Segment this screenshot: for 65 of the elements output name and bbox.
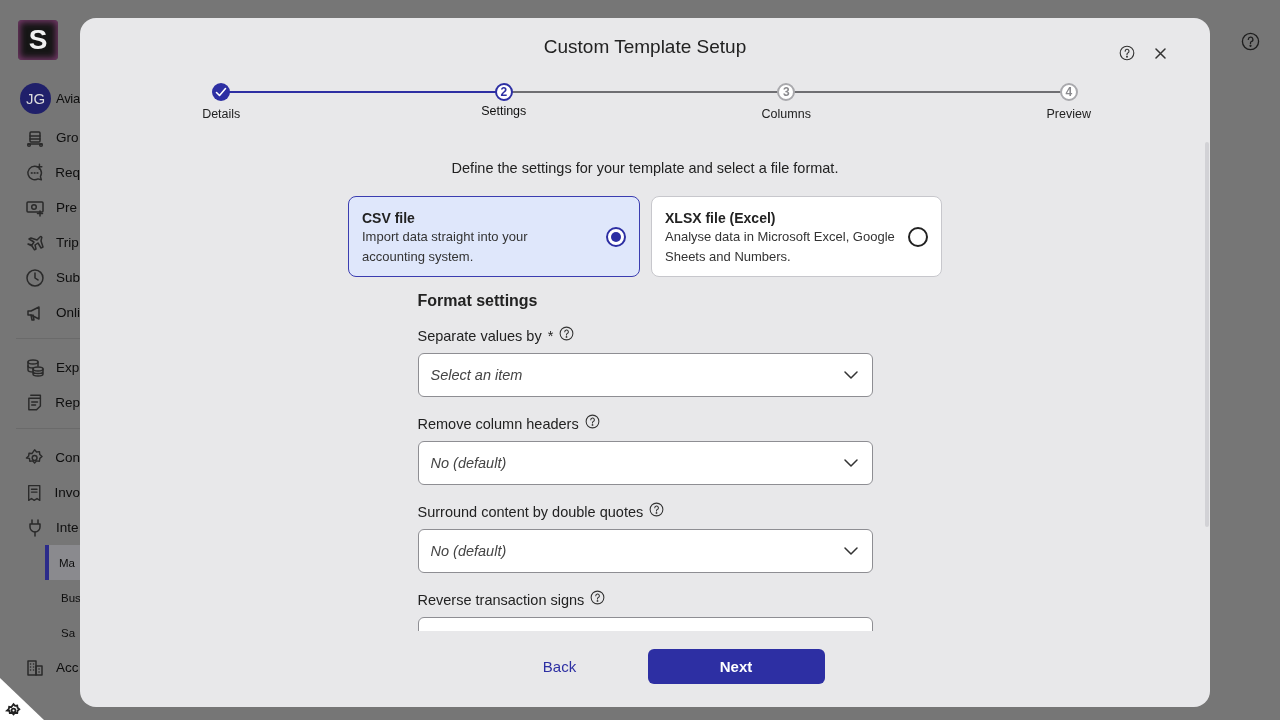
- chat-plus-icon: [25, 162, 45, 183]
- back-button[interactable]: Back: [465, 649, 646, 684]
- field-label: Separate values by: [417, 327, 542, 346]
- nav-item[interactable]: Acc: [0, 650, 80, 685]
- select-field[interactable]: Select an item: [417, 353, 873, 397]
- step-number[interactable]: 4: [1059, 83, 1078, 101]
- nav-item[interactable]: Exp: [0, 350, 80, 385]
- field-label: Remove column headers: [417, 415, 579, 434]
- step-done-icon[interactable]: [212, 83, 231, 101]
- nav-subitem[interactable]: Ma: [45, 545, 80, 580]
- nav-item[interactable]: Req: [0, 155, 80, 190]
- format-description: Import data straight into your accounting system.: [362, 228, 529, 266]
- next-button[interactable]: Next: [647, 649, 825, 684]
- nav-subitem[interactable]: Bus: [45, 580, 80, 615]
- help-icon[interactable]: [1119, 45, 1135, 61]
- step-label: Settings: [481, 103, 527, 119]
- scrollbar[interactable]: [1205, 142, 1209, 527]
- help-icon[interactable]: [559, 325, 575, 341]
- nav-subitem[interactable]: Sa: [45, 615, 80, 650]
- section-heading: Format settings: [417, 291, 539, 311]
- intro-text: Define the settings for your template and select a file format.: [451, 159, 839, 178]
- select-value: No (default): [430, 455, 508, 471]
- nav-item[interactable]: Gro: [0, 120, 80, 155]
- chevron-down-icon: [843, 371, 858, 379]
- coins-icon: [25, 357, 45, 378]
- select-placeholder: Select an item: [430, 367, 524, 383]
- chevron-down-icon: [843, 547, 858, 555]
- nav-item[interactable]: Pre: [0, 190, 80, 225]
- step-label: Preview: [1046, 106, 1091, 122]
- chevron-down-icon: [843, 459, 858, 467]
- format-title: XLSX file (Excel): [665, 209, 777, 227]
- step-number[interactable]: 3: [777, 83, 796, 101]
- user-name: Avia: [56, 91, 80, 106]
- select-field[interactable]: No (default): [417, 529, 873, 573]
- close-icon[interactable]: [1155, 47, 1166, 59]
- nav-item[interactable]: Con: [0, 440, 80, 475]
- radio-button[interactable]: [606, 226, 626, 247]
- step-label: Details: [202, 106, 241, 122]
- field-label: Reverse transaction signs: [417, 591, 585, 610]
- nav-item[interactable]: Rep: [0, 385, 80, 420]
- dialog-title: Custom Template Setup: [543, 36, 747, 58]
- radio-button[interactable]: [908, 226, 928, 247]
- building-icon: [25, 657, 45, 678]
- help-icon[interactable]: [584, 413, 600, 429]
- required-mark: *: [547, 327, 554, 346]
- nav-item[interactable]: Sub: [0, 260, 80, 295]
- nav-item[interactable]: Invo: [0, 475, 80, 510]
- clock-icon: [25, 267, 45, 288]
- format-title: CSV file: [362, 209, 416, 227]
- select-value: No (default): [430, 543, 508, 559]
- help-icon[interactable]: [590, 589, 606, 605]
- nav-item[interactable]: Onli: [0, 295, 80, 330]
- field-label: Surround content by double quotes: [417, 503, 644, 522]
- app-logo[interactable]: S: [18, 20, 58, 60]
- format-description: Analyse data in Microsoft Excel, Google Sheets and Numbers.: [665, 228, 896, 266]
- nav-item[interactable]: Trip: [0, 225, 80, 260]
- user-avatar[interactable]: JG: [20, 83, 51, 114]
- select-field[interactable]: No (default): [417, 441, 873, 485]
- format-option-card[interactable]: CSV file Import data straight into your accounting system.: [348, 196, 640, 277]
- format-option-card[interactable]: XLSX file (Excel) Analyse data in Microsoft Excel, Google Sheets and Numbers.: [651, 196, 942, 277]
- nav-item[interactable]: Inte: [0, 510, 80, 545]
- help-icon[interactable]: [649, 501, 665, 517]
- settings-corner-button[interactable]: [0, 678, 44, 720]
- step-label: Columns: [761, 106, 811, 122]
- step-number[interactable]: 2: [494, 83, 513, 101]
